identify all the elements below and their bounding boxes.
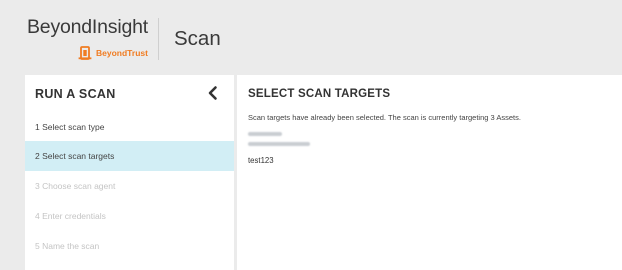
- targets-description: Scan targets have already been selected.…: [248, 113, 521, 122]
- section-title: SELECT SCAN TARGETS: [248, 88, 391, 100]
- step-label: 1 Select scan type: [35, 122, 105, 132]
- target-item: test123: [248, 156, 274, 165]
- step-label: 3 Choose scan agent: [35, 181, 116, 191]
- redacted-target: [248, 132, 282, 136]
- page-title: Scan: [174, 27, 221, 50]
- step-label: 5 Name the scan: [35, 241, 100, 251]
- step-choose-scan-agent: 3 Choose scan agent: [25, 171, 234, 201]
- brand-name: BeyondInsight: [27, 16, 148, 38]
- header-divider: [158, 18, 159, 60]
- step-name-the-scan: 5 Name the scan: [25, 231, 234, 261]
- step-label: 4 Enter credentials: [35, 211, 106, 221]
- main-panel: SELECT SCAN TARGETS Scan targets have al…: [237, 75, 622, 270]
- sidebar-header: RUN A SCAN: [25, 75, 234, 113]
- sidebar-title: RUN A SCAN: [35, 87, 116, 101]
- chevron-left-icon[interactable]: [205, 85, 221, 101]
- step-enter-credentials: 4 Enter credentials: [25, 201, 234, 231]
- beyondtrust-icon: [78, 46, 92, 60]
- redacted-target: [248, 142, 310, 146]
- brand-logo[interactable]: BeyondInsight BeyondTrust: [27, 16, 155, 64]
- wizard-sidebar: RUN A SCAN 1 Select scan type 2 Select s…: [25, 75, 234, 270]
- step-label: 2 Select scan targets: [35, 151, 115, 161]
- step-select-scan-type[interactable]: 1 Select scan type: [25, 112, 234, 142]
- beyondtrust-logo: BeyondTrust: [78, 45, 148, 61]
- app-header: BeyondInsight BeyondTrust Scan: [0, 0, 622, 74]
- step-select-scan-targets[interactable]: 2 Select scan targets: [25, 141, 234, 171]
- brand-sub-label: BeyondTrust: [96, 48, 148, 58]
